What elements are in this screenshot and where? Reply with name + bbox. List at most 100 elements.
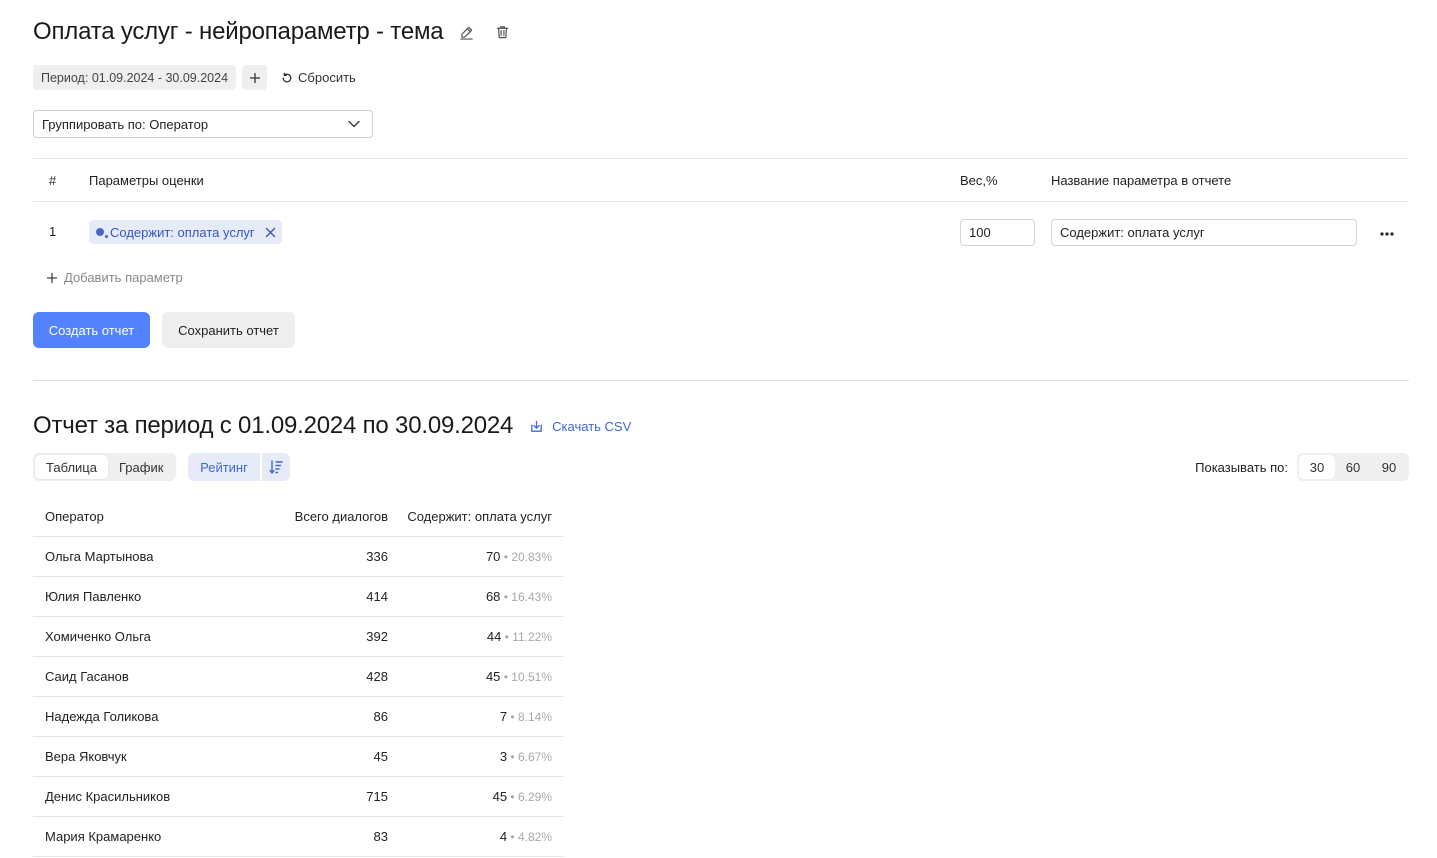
total-dialogs: 392	[366, 629, 388, 644]
download-icon	[529, 419, 544, 434]
param-percent: 10.51%	[511, 670, 552, 684]
page-size-60[interactable]: 60	[1335, 455, 1371, 479]
table-row: Ольга Мартынова 336 70 • 20.83%	[33, 537, 564, 577]
page-size-label: Показывать по:	[1195, 459, 1288, 475]
page-title: Оплата услуг - нейропараметр - тема	[33, 18, 444, 45]
operator-name: Вера Яковчук	[45, 749, 127, 764]
sort-desc-icon[interactable]	[262, 453, 290, 481]
section-divider	[33, 380, 1409, 381]
param-count: 7	[499, 709, 508, 724]
bullet-separator: •	[507, 790, 518, 804]
tab-table[interactable]: Таблица	[35, 455, 108, 479]
view-tabs: Таблица График	[33, 453, 177, 481]
table-row: Хомиченко Ольга 392 44 • 11.22%	[33, 617, 564, 657]
col-report-name: Название параметра в отчете	[1051, 173, 1232, 188]
total-dialogs: 715	[366, 789, 388, 804]
param-percent: 16.43%	[511, 590, 552, 604]
params-table: # Параметры оценки Вес,% Название параме…	[33, 158, 1409, 262]
add-param-label: Добавить параметр	[64, 270, 183, 285]
param-count: 4	[499, 829, 508, 844]
chevron-down-icon	[348, 120, 360, 128]
table-row: Юлия Павленко 414 68 • 16.43%	[33, 577, 564, 617]
download-csv-link[interactable]: Скачать CSV	[529, 419, 631, 434]
param-percent: 11.22%	[512, 630, 552, 644]
param-percent: 20.83%	[511, 550, 552, 564]
title-row: Оплата услуг - нейропараметр - тема	[33, 16, 513, 48]
params-table-header: # Параметры оценки Вес,% Название параме…	[33, 158, 1409, 202]
reset-button[interactable]: Сбросить	[281, 70, 356, 85]
bullet-separator: •	[500, 550, 512, 564]
param-percent: 8.14%	[517, 710, 552, 724]
table-row: Саид Гасанов 428 45 • 10.51%	[33, 657, 564, 697]
operator-name: Юлия Павленко	[45, 589, 142, 604]
param-count: 3	[499, 749, 508, 764]
page-size-90[interactable]: 90	[1371, 455, 1407, 479]
more-horizontal-icon[interactable]	[1375, 222, 1399, 246]
param-count: 44	[486, 629, 502, 644]
report-title-row: Отчет за период с 01.09.2024 по 30.09.20…	[33, 411, 631, 441]
operator-name: Саид Гасанов	[45, 669, 129, 684]
operator-name: Ольга Мартынова	[45, 549, 154, 564]
tab-chart[interactable]: График	[108, 455, 174, 479]
param-value: 45 • 10.51%	[486, 669, 552, 684]
close-icon[interactable]	[265, 227, 276, 238]
param-row-num: 1	[49, 224, 57, 239]
col-weight: Вес,%	[960, 173, 998, 188]
total-dialogs: 428	[366, 669, 388, 684]
operator-name: Хомиченко Ольга	[45, 629, 151, 644]
col-total: Всего диалогов	[294, 509, 388, 524]
period-label: Период:	[41, 70, 89, 85]
operator-name: Надежда Голикова	[45, 709, 159, 724]
rating-button[interactable]: Рейтинг	[188, 453, 260, 481]
bullet-separator: •	[507, 710, 518, 724]
param-count: 70	[485, 549, 501, 564]
total-dialogs: 45	[373, 749, 388, 764]
weight-input[interactable]	[960, 219, 1035, 246]
group-by-select[interactable]: Группировать по: Оператор	[33, 110, 373, 138]
param-value: 68 • 16.43%	[486, 589, 552, 604]
total-dialogs: 83	[373, 829, 388, 844]
period-chip[interactable]: Период: 01.09.2024 - 30.09.2024	[33, 65, 237, 90]
param-row: 1 Содержит: оплата услуг	[33, 202, 1409, 262]
param-value: 45 • 6.29%	[493, 789, 552, 804]
param-percent: 6.67%	[517, 750, 552, 764]
operator-name: Мария Крамаренко	[45, 829, 162, 844]
param-tag[interactable]: Содержит: оплата услуг	[89, 220, 282, 244]
param-value: 7 • 8.14%	[500, 709, 552, 724]
param-count: 45	[485, 669, 501, 684]
csv-label: Скачать CSV	[552, 418, 632, 434]
create-report-button[interactable]: Создать отчет	[33, 312, 150, 348]
col-operator: Оператор	[45, 509, 104, 524]
report-title: Отчет за период с 01.09.2024 по 30.09.20…	[33, 412, 514, 439]
period-value: 01.09.2024 - 30.09.2024	[91, 70, 229, 85]
total-dialogs: 336	[366, 549, 388, 564]
bullet-separator: •	[500, 670, 512, 684]
param-count: 68	[485, 589, 501, 604]
param-value: 3 • 6.67%	[500, 749, 552, 764]
plus-icon	[249, 72, 261, 84]
param-value: 70 • 20.83%	[486, 549, 552, 564]
operator-name: Денис Красильников	[45, 789, 171, 804]
add-filter-button[interactable]	[242, 65, 268, 90]
col-num: #	[49, 173, 57, 188]
page-size-30[interactable]: 30	[1299, 455, 1335, 479]
group-by-value: Группировать по: Оператор	[42, 116, 209, 132]
param-percent: 6.29%	[517, 790, 552, 804]
report-table-body: Ольга Мартынова 336 70 • 20.83% Юлия Павлен…	[33, 537, 564, 857]
add-param-button[interactable]: Добавить параметр	[46, 270, 183, 285]
total-dialogs: 86	[373, 709, 388, 724]
save-report-button[interactable]: Сохранить отчет	[162, 312, 295, 348]
param-value: 44 • 11.22%	[487, 629, 552, 644]
table-row: Надежда Голикова 86 7 • 8.14%	[33, 697, 564, 737]
report-table: Оператор Всего диалогов Содержит: оплата…	[33, 497, 564, 857]
param-percent: 4.82%	[517, 830, 552, 844]
pencil-icon[interactable]	[455, 21, 477, 43]
report-name-input[interactable]	[1051, 219, 1357, 246]
refresh-icon	[281, 72, 293, 84]
bullet-separator: •	[501, 630, 513, 644]
param-count: 45	[492, 789, 508, 804]
trash-icon[interactable]	[491, 21, 513, 43]
col-param: Содержит: оплата услуг	[407, 509, 552, 524]
bullet-separator: •	[507, 750, 518, 764]
param-tag-label: Содержит: оплата услуг	[110, 224, 255, 240]
